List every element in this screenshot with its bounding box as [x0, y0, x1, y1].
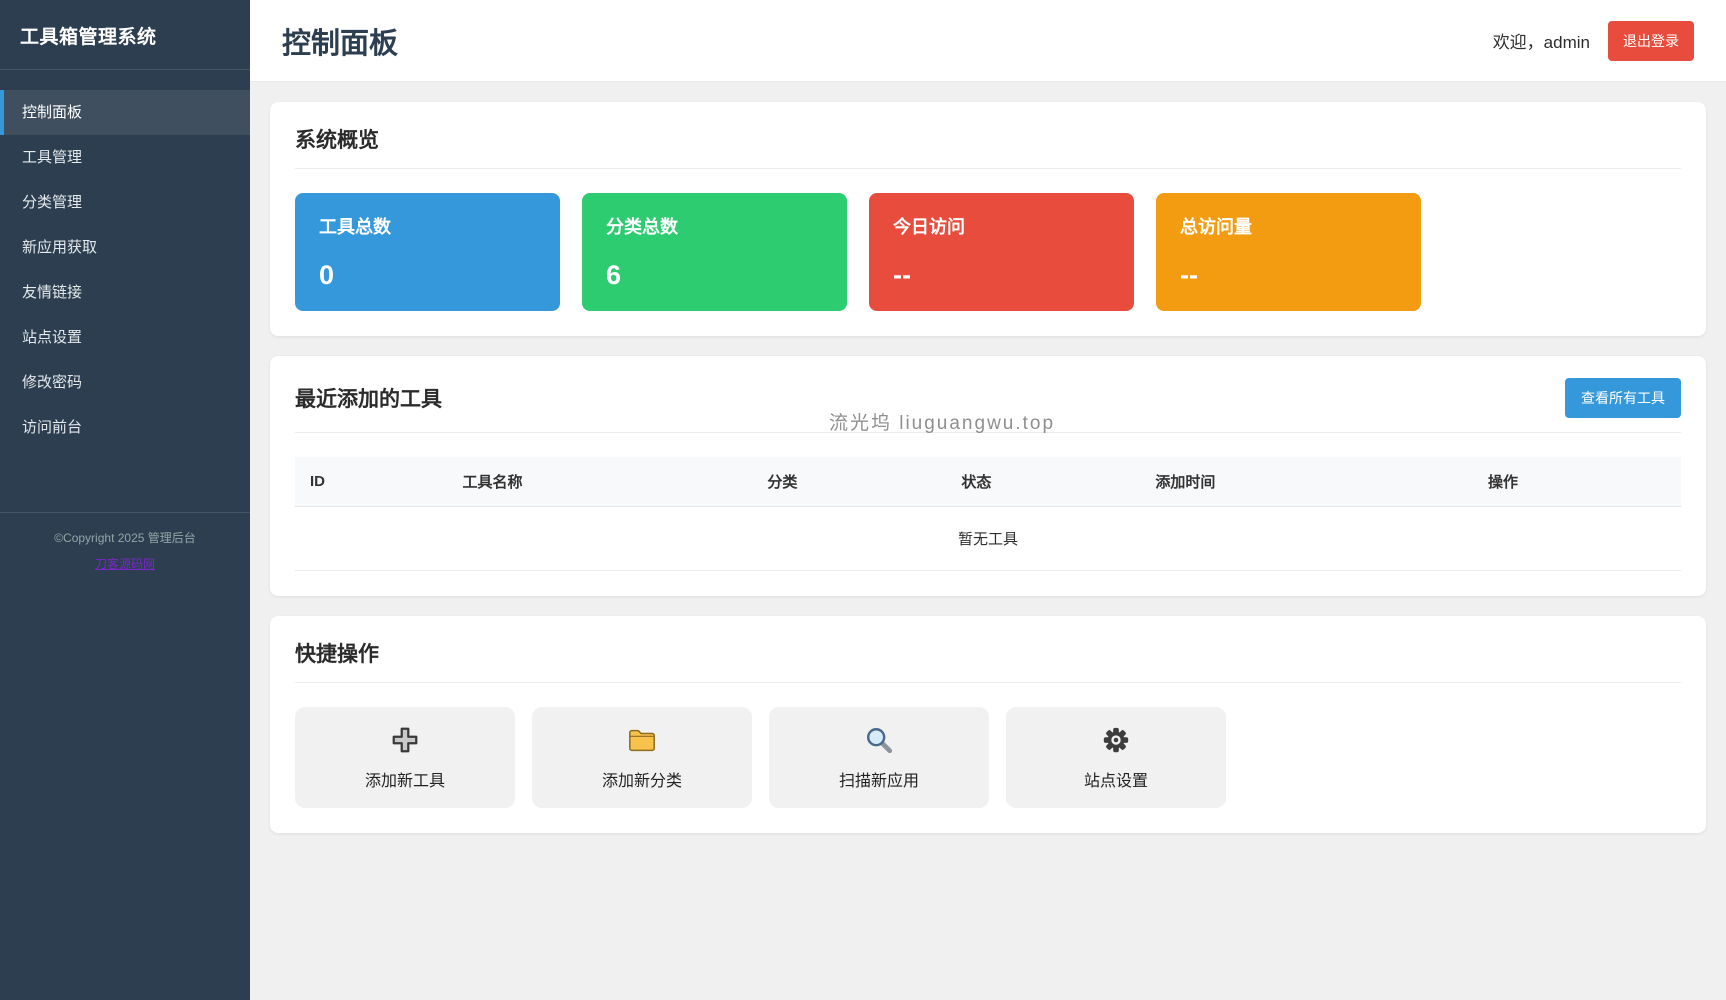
quick-action-label: 添加新工具: [364, 773, 445, 790]
stat-label: 总访问量: [1180, 217, 1252, 237]
quick-action-site-settings[interactable]: 站点设置: [1006, 707, 1226, 808]
stat-value: 6: [606, 260, 622, 290]
column-id: ID: [295, 457, 448, 507]
plus-icon: [390, 724, 420, 756]
stat-card-today-visits: 今日访问 --: [869, 193, 1134, 311]
copyright-text: ©Copyright 2025 管理后台: [54, 531, 196, 545]
stats-row: 工具总数 0 分类总数 6 今日访问 -- 总访问量 --: [295, 193, 1681, 311]
logout-button[interactable]: 退出登录: [1608, 20, 1694, 61]
quick-actions-row: 添加新工具 添加新分类 扫描新应用 站点设置: [295, 707, 1681, 808]
column-status: 状态: [946, 457, 1141, 507]
sidebar-footer: ©Copyright 2025 管理后台 刀客源码网: [0, 512, 250, 588]
sidebar-item-friend-links[interactable]: 友情链接: [0, 270, 250, 315]
view-all-tools-button[interactable]: 查看所有工具: [1565, 378, 1681, 418]
sidebar-item-dashboard[interactable]: 控制面板: [0, 90, 250, 135]
sidebar-item-change-password[interactable]: 修改密码: [0, 360, 250, 405]
empty-state-text: 暂无工具: [295, 506, 1681, 571]
overview-title: 系统概览: [295, 129, 379, 152]
stat-label: 今日访问: [893, 217, 965, 237]
stat-label: 分类总数: [606, 217, 678, 237]
stat-value: --: [893, 260, 911, 290]
quick-action-add-tool[interactable]: 添加新工具: [295, 707, 515, 808]
table-header-row: ID 工具名称 分类 状态 添加时间 操作: [295, 457, 1681, 507]
recent-tools-table: ID 工具名称 分类 状态 添加时间 操作 暂无工具: [295, 457, 1681, 571]
table-empty-row: 暂无工具: [295, 506, 1681, 571]
search-icon: [864, 724, 894, 756]
quick-action-label: 扫描新应用: [838, 773, 919, 790]
sidebar-menu: 控制面板 工具管理 分类管理 新应用获取 友情链接 站点设置 修改密码 访问前台: [0, 90, 250, 450]
gear-icon: [1101, 724, 1131, 756]
quick-action-label: 站点设置: [1083, 773, 1148, 790]
section-recent-tools: 最近添加的工具 查看所有工具 ID 工具名称 分类 状态 添加时间 操作 暂无工…: [270, 356, 1706, 596]
quick-actions-title: 快捷操作: [295, 643, 379, 666]
app-title: 工具箱管理系统: [0, 0, 250, 70]
column-category: 分类: [752, 457, 947, 507]
quick-action-scan-apps[interactable]: 扫描新应用: [769, 707, 989, 808]
sidebar: 工具箱管理系统 控制面板 工具管理 分类管理 新应用获取 友情链接 站点设置 修…: [0, 0, 250, 1000]
stat-card-total-categories: 分类总数 6: [582, 193, 847, 311]
sidebar-item-tool-management[interactable]: 工具管理: [0, 135, 250, 180]
stat-value: --: [1180, 260, 1198, 290]
sidebar-item-new-app-fetch[interactable]: 新应用获取: [0, 225, 250, 270]
footer-link[interactable]: 刀客源码网: [95, 555, 155, 572]
column-tool-name: 工具名称: [447, 457, 753, 507]
column-added-time: 添加时间: [1140, 457, 1474, 507]
main-area: 控制面板 欢迎，admin 退出登录 系统概览 工具总数 0 分类总数 6 今日…: [250, 0, 1726, 1000]
column-actions: 操作: [1473, 457, 1681, 507]
stat-label: 工具总数: [319, 217, 391, 237]
quick-action-add-category[interactable]: 添加新分类: [532, 707, 752, 808]
page-title: 控制面板: [282, 27, 399, 60]
sidebar-item-category-management[interactable]: 分类管理: [0, 180, 250, 225]
sidebar-item-visit-frontend[interactable]: 访问前台: [0, 405, 250, 450]
topbar: 控制面板 欢迎，admin 退出登录: [250, 0, 1726, 82]
welcome-text: 欢迎，admin: [1492, 33, 1590, 52]
stat-card-total-visits: 总访问量 --: [1156, 193, 1421, 311]
stat-value: 0: [319, 260, 335, 290]
stat-card-total-tools: 工具总数 0: [295, 193, 560, 311]
recent-tools-title: 最近添加的工具: [295, 388, 442, 411]
quick-action-label: 添加新分类: [601, 773, 682, 790]
sidebar-item-site-settings[interactable]: 站点设置: [0, 315, 250, 360]
content: 系统概览 工具总数 0 分类总数 6 今日访问 -- 总访问量 -- 最近添加的…: [250, 82, 1726, 1000]
section-quick-actions: 快捷操作 添加新工具 添加新分类 扫描新应用 站点设置: [270, 616, 1706, 833]
folder-icon: [627, 724, 657, 756]
section-system-overview: 系统概览 工具总数 0 分类总数 6 今日访问 -- 总访问量 --: [270, 102, 1706, 336]
